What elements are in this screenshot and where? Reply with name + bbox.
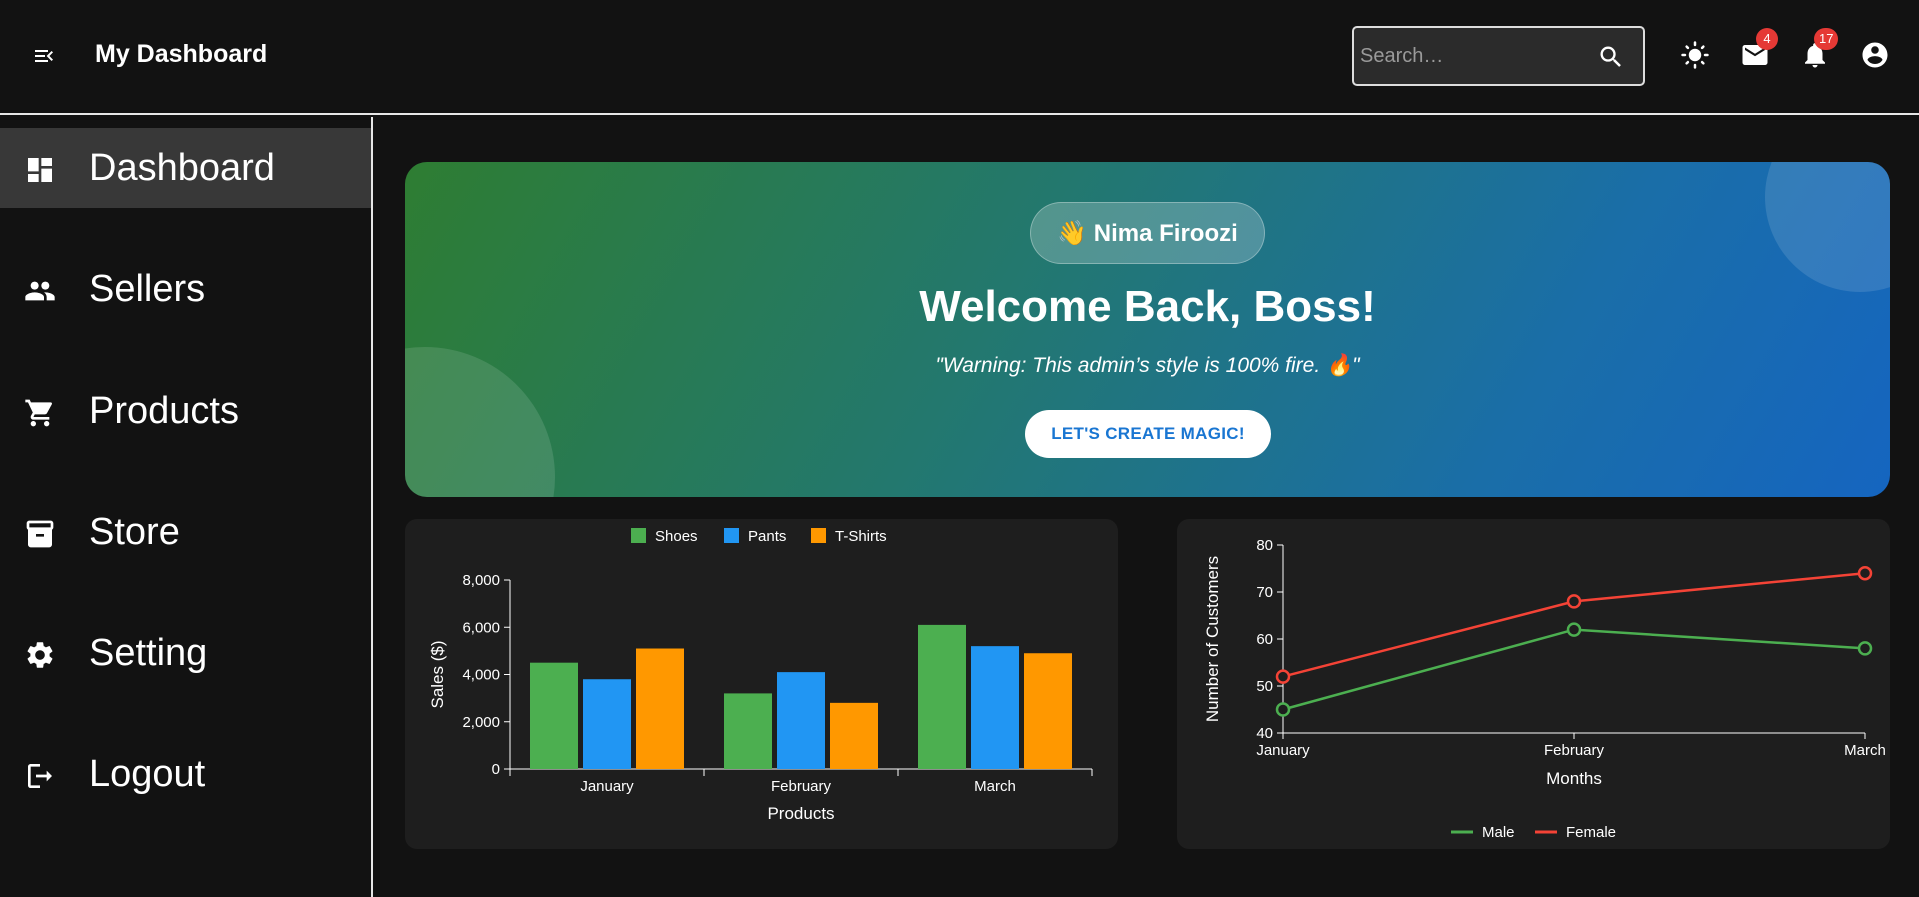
bar-t-shirts-february: [830, 702, 878, 769]
sidebar: Dashboard Sellers Products Store Setting…: [0, 117, 373, 897]
legend-swatch-shoes: [631, 528, 646, 543]
people-icon: [25, 281, 55, 301]
sidebar-item-setting[interactable]: Setting: [0, 613, 371, 693]
customers-line-chart-card: 40 50 60 70 80 January February March Months Numb…: [1177, 519, 1890, 849]
sidebar-item-label: Products: [89, 389, 239, 432]
logout-icon: [28, 764, 52, 788]
x-tick-label: March: [1844, 742, 1886, 759]
app-title: My Dashboard: [95, 40, 268, 68]
mail-badge: 4: [1756, 28, 1778, 50]
sidebar-item-label: Sellers: [89, 267, 206, 310]
bar-t-shirts-march: [1024, 653, 1072, 769]
theme-toggle-sun-icon[interactable]: [1680, 40, 1710, 70]
decorative-circle: [1765, 162, 1890, 292]
archive-icon: [26, 520, 54, 548]
y-tick-label: 40: [1256, 725, 1273, 742]
sidebar-item-label: Dashboard: [89, 146, 275, 189]
y-axis-title: Number of Customers: [1203, 556, 1222, 722]
x-tick-label: March: [974, 778, 1016, 795]
point-female-march: [1857, 565, 1873, 581]
mail-button[interactable]: 4: [1740, 28, 1778, 70]
legend-label: Pants: [748, 528, 786, 545]
point-female-january: [1275, 669, 1291, 684]
sidebar-item-dashboard[interactable]: Dashboard: [0, 128, 371, 208]
legend-swatch-t-shirts: [811, 528, 826, 543]
bar-t-shirts-january: [636, 648, 684, 769]
x-axis-title: Months: [1546, 769, 1602, 788]
y-tick-label: 8,000: [462, 572, 500, 589]
bar-shoes-january: [530, 662, 578, 769]
sidebar-item-sellers[interactable]: Sellers: [0, 249, 371, 329]
y-tick-label: 80: [1256, 537, 1273, 554]
notifications-button[interactable]: 17: [1800, 28, 1839, 70]
point-male-january: [1275, 702, 1291, 717]
account-icon[interactable]: [1860, 40, 1890, 70]
bar-pants-march: [971, 646, 1019, 769]
y-tick-label: 60: [1256, 631, 1273, 648]
bar-shoes-march: [918, 624, 966, 769]
welcome-quote: "Warning: This admin’s style is 100% fir…: [935, 354, 1360, 377]
legend-label: Male: [1482, 824, 1515, 841]
cart-icon: [25, 399, 53, 427]
sales-bar-chart-card: Shoes Pants T-Shirts 0 2,000 4,000 6,000 8,000 J…: [405, 519, 1118, 849]
sales-bar-chart: Shoes Pants T-Shirts 0 2,000 4,000 6,000 8,000 J…: [428, 528, 1093, 823]
customers-line-chart: 40 50 60 70 80 January February March Months Numb…: [1203, 537, 1886, 841]
bar-shoes-february: [724, 693, 772, 769]
bar-pants-february: [777, 672, 825, 769]
y-tick-label: 2,000: [462, 714, 500, 731]
sidebar-item-label: Logout: [89, 752, 206, 795]
bar-pants-january: [583, 679, 631, 769]
x-tick-label: February: [771, 778, 832, 795]
x-tick-label: January: [1256, 742, 1310, 759]
legend-swatch-pants: [724, 528, 739, 543]
menu-collapse-icon[interactable]: [30, 44, 58, 68]
sidebar-item-store[interactable]: Store: [0, 492, 371, 572]
gear-icon: [27, 642, 53, 668]
sidebar-item-products[interactable]: Products: [0, 371, 371, 451]
create-magic-button[interactable]: LET'S CREATE MAGIC!: [1025, 410, 1271, 458]
line-male: [1282, 628, 1866, 711]
search-box[interactable]: [1352, 26, 1645, 86]
sidebar-item-label: Store: [89, 510, 180, 553]
legend-label: T-Shirts: [835, 528, 887, 545]
dashboard-icon: [28, 158, 52, 182]
legend-label: Shoes: [655, 528, 698, 545]
user-chip: 👋 Nima Firoozi: [1030, 202, 1265, 264]
sidebar-item-label: Setting: [89, 631, 208, 674]
x-axis-title: Products: [767, 804, 834, 823]
notification-badge: 17: [1814, 28, 1839, 50]
welcome-title: Welcome Back, Boss!: [919, 282, 1376, 331]
point-female-february: [1566, 594, 1582, 609]
sidebar-item-logout[interactable]: Logout: [0, 734, 371, 814]
point-male-march: [1857, 641, 1873, 656]
y-tick-label: 6,000: [462, 619, 500, 636]
y-axis-title: Sales ($): [428, 640, 447, 708]
y-tick-label: 70: [1256, 584, 1273, 601]
search-icon[interactable]: [1597, 43, 1625, 71]
welcome-banner: 👋 Nima Firoozi Welcome Back, Boss! "Warn…: [405, 162, 1890, 497]
point-male-february: [1566, 622, 1582, 637]
y-tick-label: 50: [1256, 678, 1273, 695]
y-tick-label: 4,000: [462, 667, 500, 684]
search-input[interactable]: [1354, 44, 1584, 68]
app-bar: My Dashboard 4 17: [0, 0, 1919, 115]
y-tick-label: 0: [492, 761, 500, 778]
x-tick-label: February: [1544, 742, 1605, 759]
x-tick-label: January: [580, 778, 634, 795]
legend-label: Female: [1566, 824, 1616, 841]
